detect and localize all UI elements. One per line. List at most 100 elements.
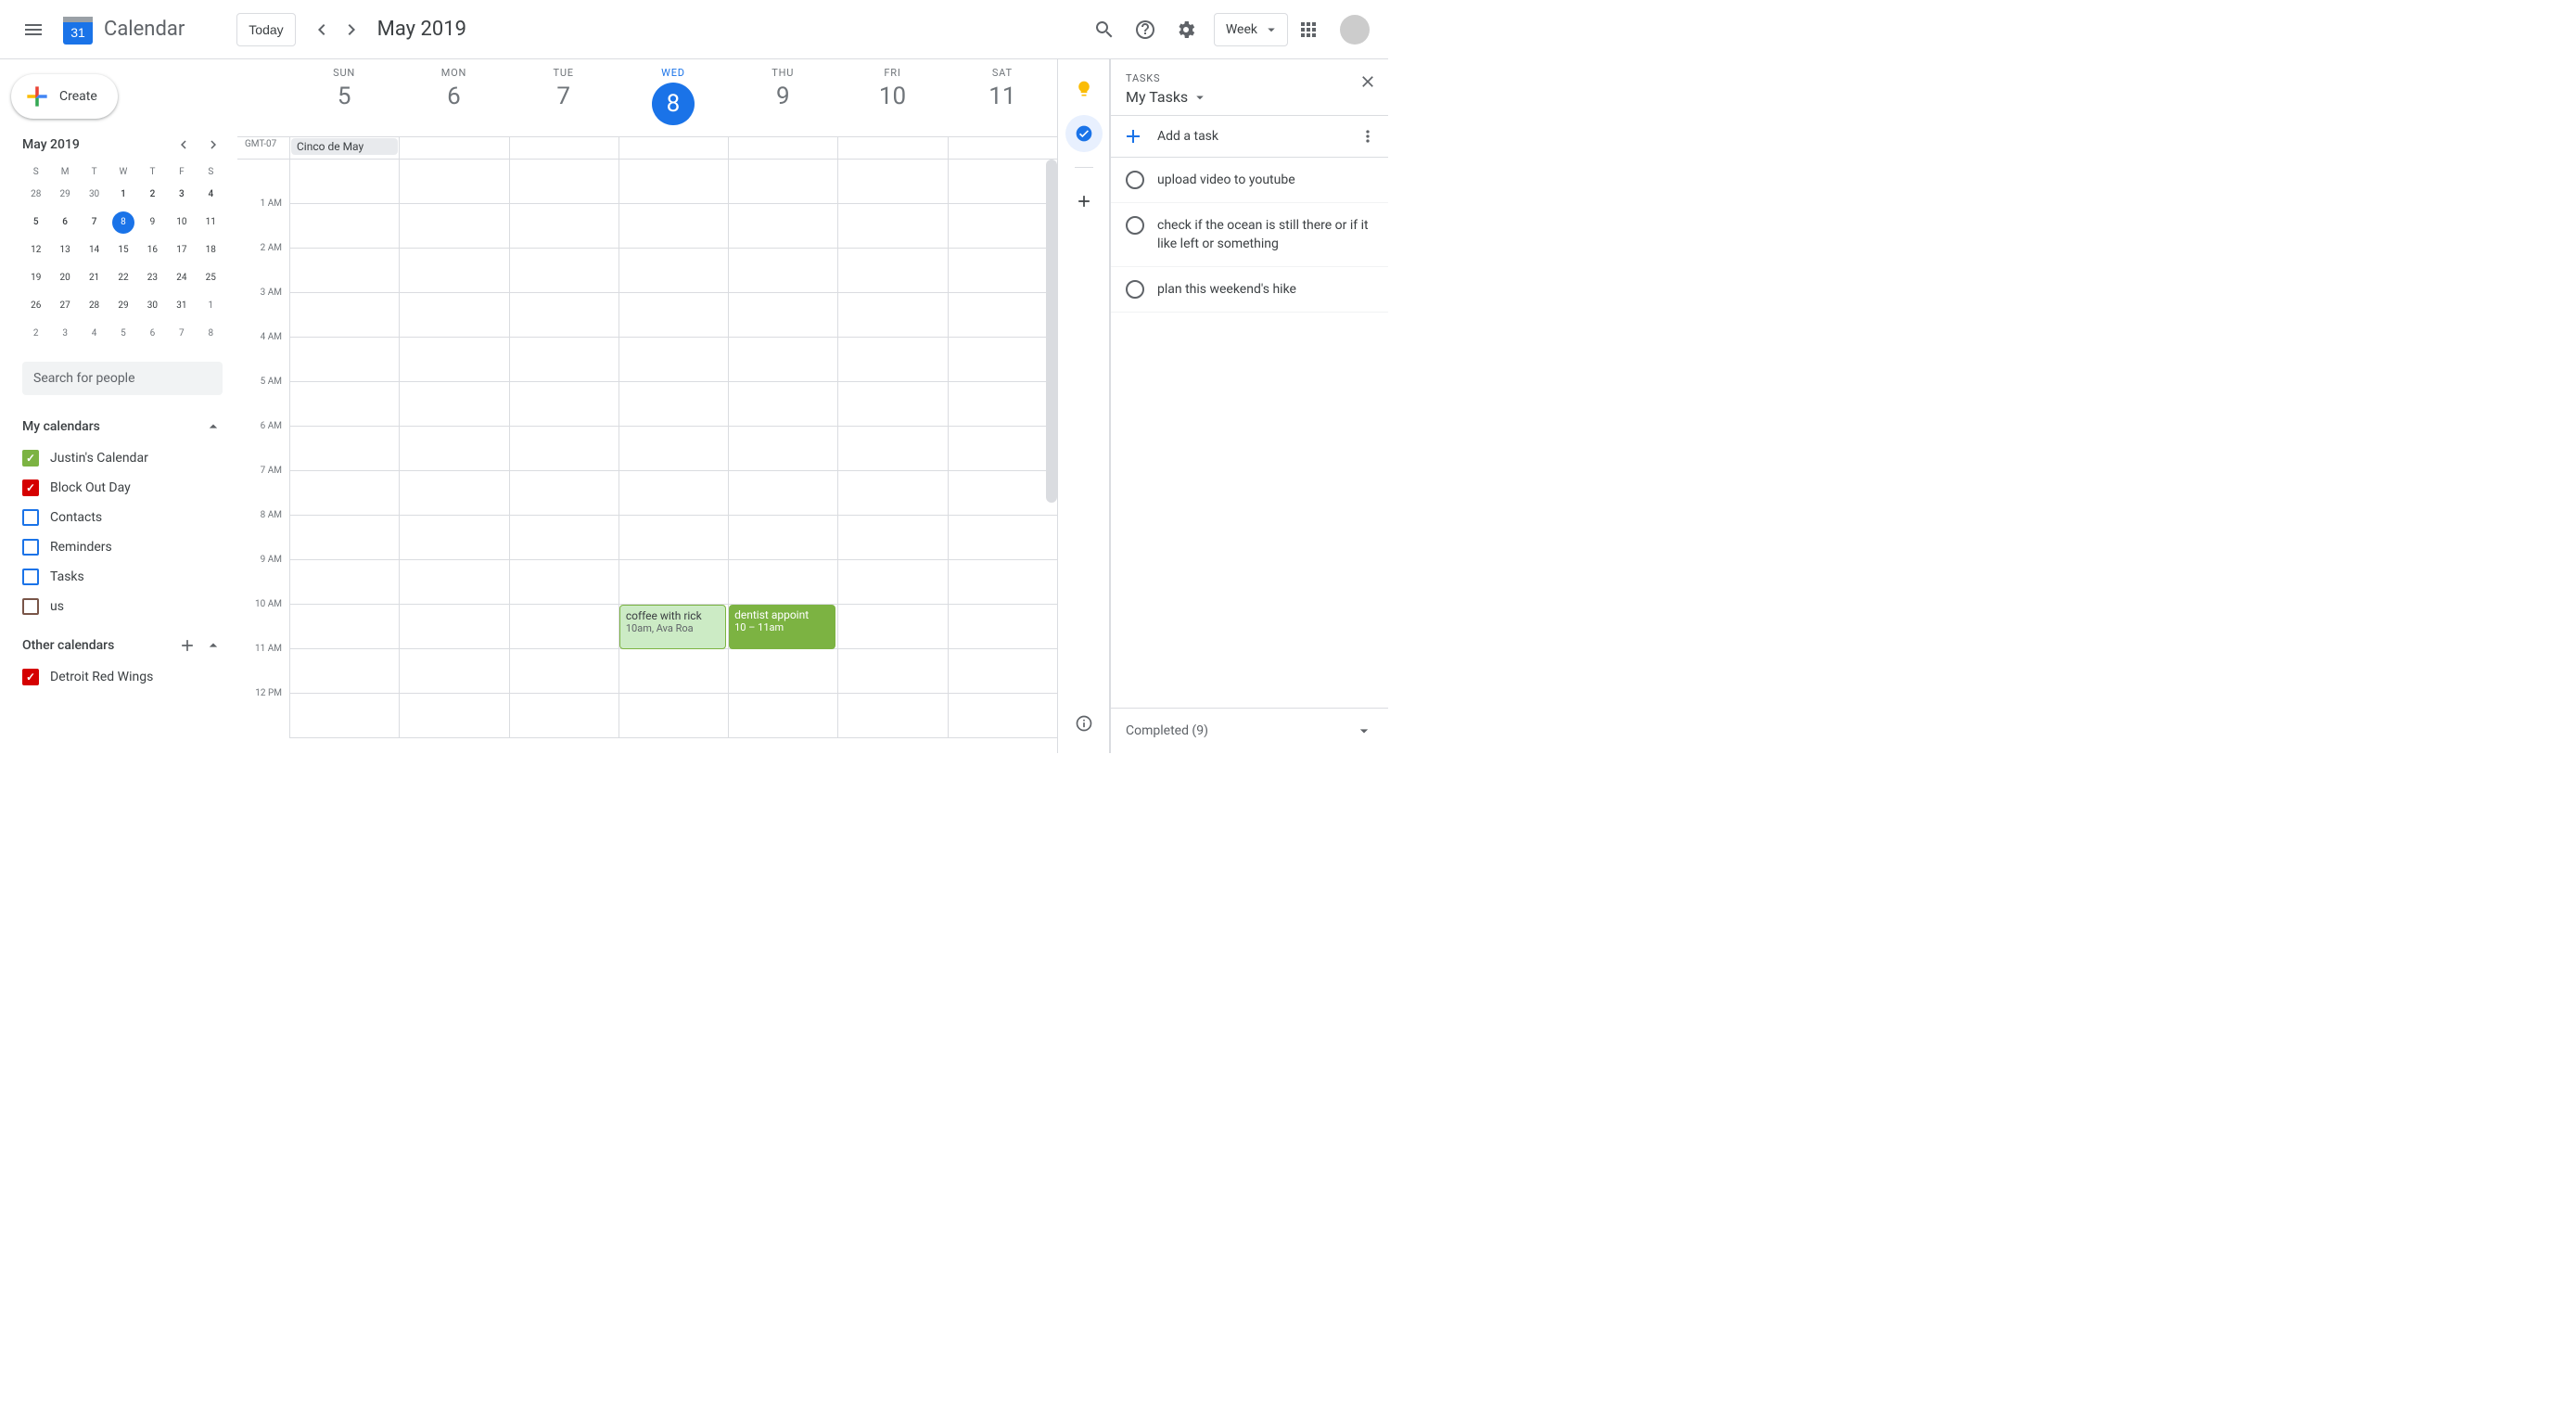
mini-day[interactable]: 5: [112, 323, 134, 345]
mini-day[interactable]: 26: [25, 295, 47, 317]
hour-cell[interactable]: [729, 516, 837, 560]
calendar-item[interactable]: us: [22, 592, 223, 621]
hour-cell[interactable]: [838, 649, 947, 694]
hour-cell[interactable]: [290, 427, 399, 471]
hour-cell[interactable]: [510, 560, 618, 605]
hour-cell[interactable]: [510, 605, 618, 649]
hour-cell[interactable]: [949, 516, 1057, 560]
mini-day[interactable]: 7: [171, 323, 193, 345]
hour-cell[interactable]: [949, 204, 1057, 249]
hour-cell[interactable]: [838, 427, 947, 471]
hour-cell[interactable]: [400, 293, 508, 338]
prev-week-button[interactable]: [307, 15, 337, 45]
mini-day[interactable]: 20: [54, 267, 76, 289]
calendar-checkbox[interactable]: [22, 669, 39, 685]
hour-cell[interactable]: [729, 649, 837, 694]
mini-day[interactable]: 31: [171, 295, 193, 317]
hour-cell[interactable]: [510, 382, 618, 427]
mini-day[interactable]: 7: [83, 211, 106, 234]
mini-day[interactable]: 9: [141, 211, 163, 234]
mini-day[interactable]: 4: [199, 184, 222, 206]
week-grid[interactable]: 1 AM2 AM3 AM4 AM5 AM6 AM7 AM8 AM9 AM10 A…: [237, 160, 1057, 753]
hour-cell[interactable]: [290, 516, 399, 560]
hour-cell[interactable]: [290, 204, 399, 249]
hour-cell[interactable]: [949, 560, 1057, 605]
hour-cell[interactable]: [510, 249, 618, 293]
calendar-event[interactable]: coffee with rick10am, Ava Roa: [619, 605, 726, 649]
calendar-checkbox[interactable]: [22, 539, 39, 556]
hour-cell[interactable]: [400, 160, 508, 204]
info-button[interactable]: [1065, 705, 1103, 742]
hour-cell[interactable]: [838, 204, 947, 249]
hour-cell[interactable]: [949, 160, 1057, 204]
day-column[interactable]: dentist appoint10 – 11am: [728, 160, 837, 738]
calendar-event[interactable]: dentist appoint10 – 11am: [729, 605, 835, 649]
allday-cell[interactable]: Cinco de May: [289, 137, 399, 159]
mini-day[interactable]: 23: [141, 267, 163, 289]
tasks-button[interactable]: [1065, 115, 1103, 152]
hour-cell[interactable]: [290, 293, 399, 338]
hour-cell[interactable]: [400, 471, 508, 516]
hour-cell[interactable]: [729, 560, 837, 605]
hour-cell[interactable]: [400, 694, 508, 738]
day-header[interactable]: WED8: [618, 59, 728, 136]
mini-day[interactable]: 12: [25, 239, 47, 262]
mini-prev-month[interactable]: [172, 134, 195, 156]
mini-day[interactable]: 17: [171, 239, 193, 262]
allday-cell[interactable]: [618, 137, 728, 159]
mini-day[interactable]: 22: [112, 267, 134, 289]
hour-cell[interactable]: [619, 649, 728, 694]
hour-cell[interactable]: [619, 249, 728, 293]
mini-day[interactable]: 6: [141, 323, 163, 345]
hour-cell[interactable]: [949, 471, 1057, 516]
day-column[interactable]: [837, 160, 947, 738]
hour-cell[interactable]: [619, 516, 728, 560]
hour-cell[interactable]: [510, 293, 618, 338]
hour-cell[interactable]: [949, 427, 1057, 471]
calendar-item[interactable]: Contacts: [22, 503, 223, 532]
mini-day[interactable]: 29: [54, 184, 76, 206]
hour-cell[interactable]: [949, 649, 1057, 694]
allday-event[interactable]: Cinco de May: [291, 138, 398, 155]
task-item[interactable]: plan this weekend's hike: [1111, 267, 1388, 313]
main-menu-button[interactable]: [11, 7, 56, 52]
hour-cell[interactable]: [510, 204, 618, 249]
hour-cell[interactable]: [838, 160, 947, 204]
hour-cell[interactable]: [838, 516, 947, 560]
mini-day[interactable]: 13: [54, 239, 76, 262]
hour-cell[interactable]: [510, 694, 618, 738]
mini-day[interactable]: 21: [83, 267, 106, 289]
hour-cell[interactable]: [290, 560, 399, 605]
calendar-item[interactable]: Tasks: [22, 562, 223, 592]
hour-cell[interactable]: [619, 694, 728, 738]
hour-cell[interactable]: [400, 249, 508, 293]
hour-cell[interactable]: [400, 204, 508, 249]
hour-cell[interactable]: [290, 605, 399, 649]
mini-day[interactable]: 4: [83, 323, 106, 345]
google-apps-button[interactable]: [1290, 11, 1327, 48]
hour-cell[interactable]: [290, 382, 399, 427]
create-button[interactable]: Create: [11, 74, 118, 119]
hour-cell[interactable]: [619, 204, 728, 249]
mini-day[interactable]: 14: [83, 239, 106, 262]
calendar-checkbox[interactable]: [22, 509, 39, 526]
search-people-input[interactable]: Search for people: [22, 362, 223, 395]
settings-button[interactable]: [1167, 11, 1205, 48]
hour-cell[interactable]: [838, 382, 947, 427]
calendar-checkbox[interactable]: [22, 598, 39, 615]
mini-day[interactable]: 3: [54, 323, 76, 345]
hour-cell[interactable]: [838, 293, 947, 338]
hour-cell[interactable]: [729, 160, 837, 204]
hour-cell[interactable]: [729, 249, 837, 293]
mini-day[interactable]: 16: [141, 239, 163, 262]
calendar-item[interactable]: Detroit Red Wings: [22, 662, 223, 692]
completed-toggle[interactable]: Completed (9): [1111, 708, 1388, 753]
mini-day[interactable]: 11: [199, 211, 222, 234]
hour-cell[interactable]: [949, 249, 1057, 293]
mini-day[interactable]: 30: [83, 184, 106, 206]
hour-cell[interactable]: [290, 249, 399, 293]
hour-cell[interactable]: [290, 338, 399, 382]
mini-day[interactable]: 15: [112, 239, 134, 262]
hour-cell[interactable]: [949, 605, 1057, 649]
hour-cell[interactable]: [838, 249, 947, 293]
